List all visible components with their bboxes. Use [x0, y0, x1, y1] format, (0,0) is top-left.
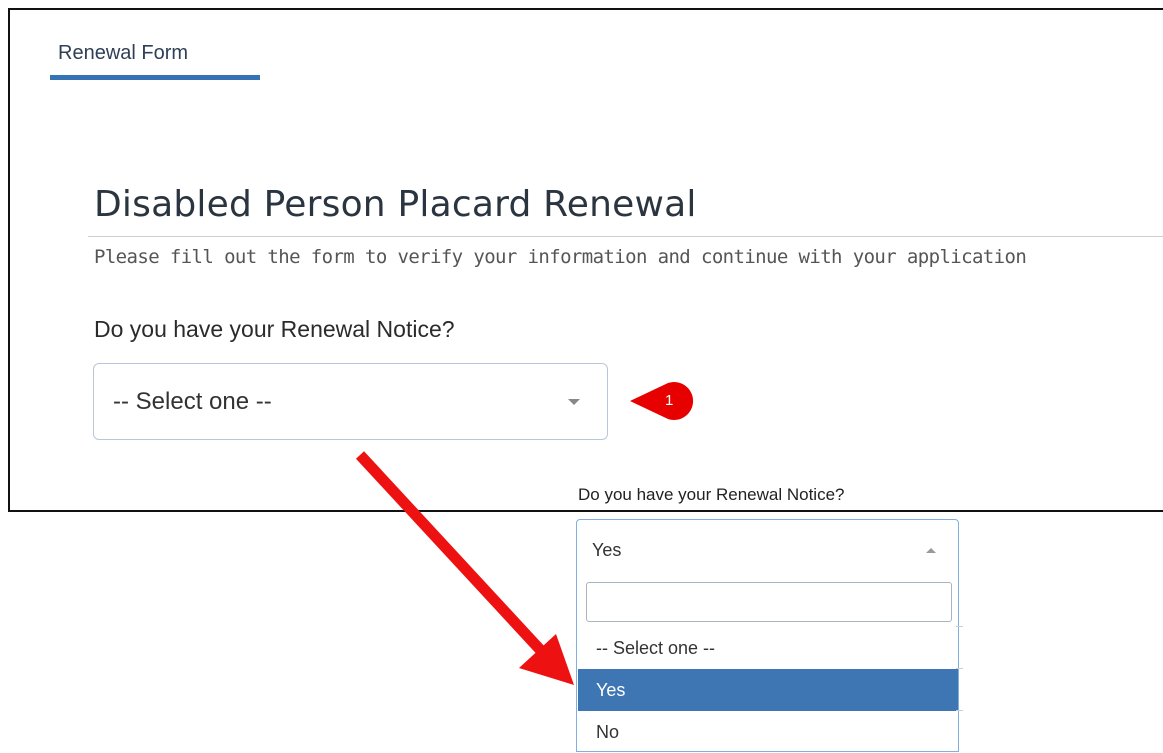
- background-divider: [956, 626, 963, 627]
- dropdown-current-value: Yes: [592, 540, 622, 560]
- renewal-notice-dropdown[interactable]: Yes -- Select one -- Yes No: [576, 519, 959, 752]
- chevron-up-icon[interactable]: [926, 548, 936, 553]
- background-divider: [956, 668, 963, 669]
- option-yes[interactable]: Yes: [578, 669, 958, 711]
- dropdown-question-label: Do you have your Renewal Notice?: [576, 485, 847, 505]
- option-select-one[interactable]: -- Select one --: [578, 627, 958, 669]
- background-divider: [956, 710, 963, 711]
- option-no[interactable]: No: [578, 711, 958, 753]
- dropdown-search-input[interactable]: [586, 582, 952, 622]
